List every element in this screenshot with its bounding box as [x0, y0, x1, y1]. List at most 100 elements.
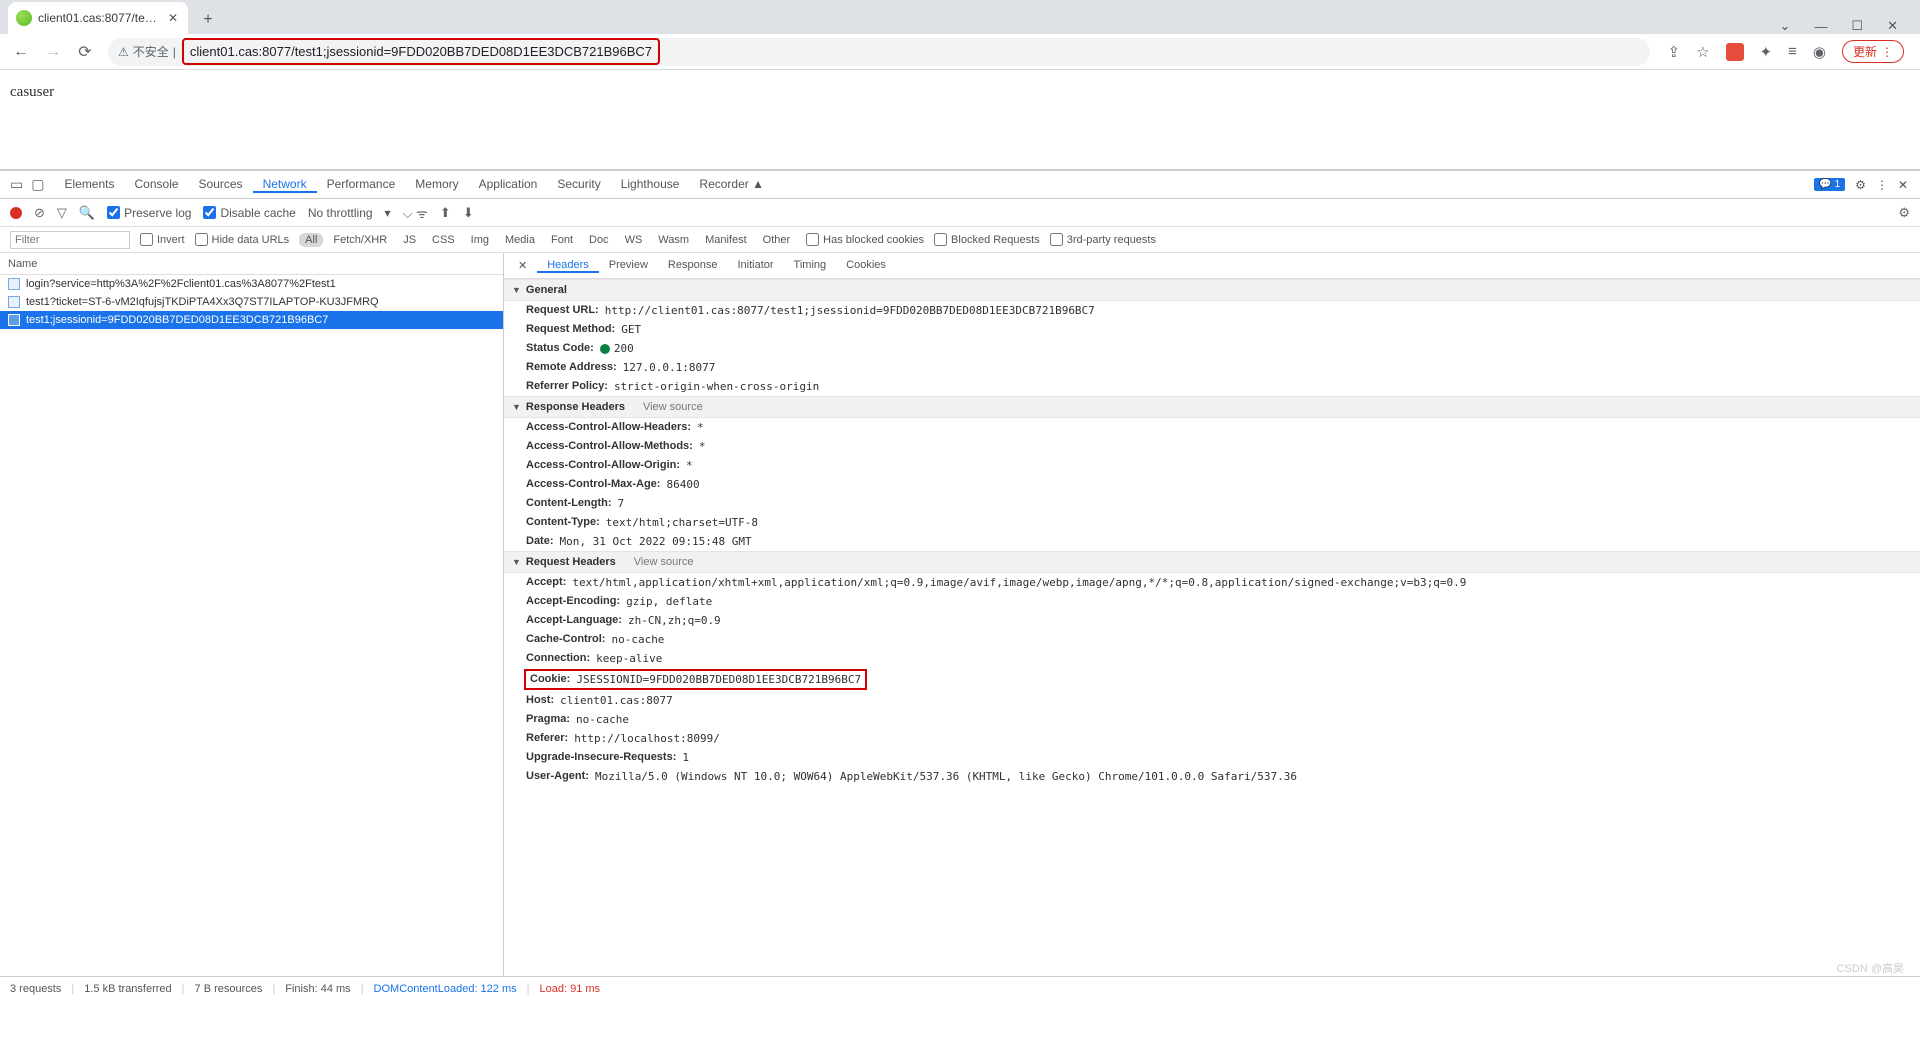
- header-row: Access-Control-Max-Age:86400: [504, 475, 1920, 494]
- inspect-icon[interactable]: ▭: [10, 176, 23, 193]
- request-row[interactable]: test1?ticket=ST-6-vM2IqfujsjTKDiPTA4Xx3Q…: [0, 293, 503, 311]
- third-party-checkbox[interactable]: 3rd-party requests: [1050, 233, 1156, 246]
- insecure-badge[interactable]: ⚠ 不安全 |: [118, 43, 176, 60]
- devtools-close-icon[interactable]: ✕: [1898, 178, 1908, 192]
- filter-type-ws[interactable]: WS: [619, 233, 649, 247]
- header-row: Cache-Control:no-cache: [504, 630, 1920, 649]
- header-row: User-Agent:Mozilla/5.0 (Windows NT 10.0;…: [504, 767, 1920, 786]
- devtools-tab-console[interactable]: Console: [125, 177, 189, 191]
- address-bar[interactable]: ⚠ 不安全 | client01.cas:8077/test1;jsession…: [108, 38, 1650, 66]
- devtools-tab-network[interactable]: Network: [253, 177, 317, 193]
- upload-icon[interactable]: ⬆: [440, 205, 451, 221]
- header-key: Remote Address:: [526, 361, 617, 374]
- devtools-tab-performance[interactable]: Performance: [317, 177, 406, 191]
- hide-data-urls-checkbox[interactable]: Hide data URLs: [195, 233, 290, 246]
- header-value: 127.0.0.1:8077: [623, 361, 716, 374]
- update-button[interactable]: 更新 ⋮: [1842, 40, 1904, 63]
- throttling-select[interactable]: No throttling: [308, 206, 373, 220]
- header-row: Date:Mon, 31 Oct 2022 09:15:48 GMT: [504, 532, 1920, 551]
- new-tab-button[interactable]: +: [194, 6, 222, 34]
- reading-list-icon[interactable]: ≡: [1788, 43, 1797, 60]
- bookmark-star-icon[interactable]: ☆: [1696, 43, 1709, 61]
- detail-tab-timing[interactable]: Timing: [784, 259, 837, 271]
- warning-icon: ⚠: [118, 45, 129, 59]
- issues-badge[interactable]: 💬 1: [1814, 178, 1845, 191]
- network-settings-gear-icon[interactable]: ⚙: [1898, 205, 1910, 221]
- request-list-header[interactable]: Name: [0, 253, 503, 275]
- forward-button[interactable]: →: [40, 39, 66, 65]
- network-body: Name login?service=http%3A%2F%2Fclient01…: [0, 253, 1920, 976]
- download-icon[interactable]: ⬇: [463, 205, 474, 221]
- devtools-tab-application[interactable]: Application: [469, 177, 548, 191]
- detail-tab-headers[interactable]: Headers: [537, 259, 599, 273]
- request-row[interactable]: test1;jsessionid=9FDD020BB7DED08D1EE3DCB…: [0, 311, 503, 329]
- filter-type-wasm[interactable]: Wasm: [652, 233, 695, 247]
- status-finish: Finish: 44 ms: [285, 983, 350, 995]
- detail-tab-cookies[interactable]: Cookies: [836, 259, 896, 271]
- header-value: http://client01.cas:8077/test1;jsessioni…: [605, 304, 1095, 317]
- detail-close-icon[interactable]: ✕: [510, 259, 535, 272]
- section-request-headers[interactable]: Request Headers View source: [504, 551, 1920, 573]
- filter-type-doc[interactable]: Doc: [583, 233, 615, 247]
- header-value: 7: [618, 497, 625, 510]
- filter-type-all[interactable]: All: [299, 233, 323, 247]
- reload-button[interactable]: ⟳: [72, 39, 98, 65]
- view-source-link[interactable]: View source: [634, 556, 694, 568]
- request-row[interactable]: login?service=http%3A%2F%2Fclient01.cas%…: [0, 275, 503, 293]
- highlighted-header: Cookie:JSESSIONID=9FDD020BB7DED08D1EE3DC…: [526, 671, 865, 688]
- browser-tab[interactable]: client01.cas:8077/test1;jsessio ✕: [8, 2, 188, 34]
- header-key: Accept-Encoding:: [526, 595, 620, 608]
- devtools-tab-sources[interactable]: Sources: [189, 177, 253, 191]
- has-blocked-cookies-checkbox[interactable]: Has blocked cookies: [806, 233, 924, 246]
- view-source-link[interactable]: View source: [643, 401, 703, 413]
- devtools-tab-recorder-[interactable]: Recorder ▲: [689, 177, 774, 191]
- devtools-tab-security[interactable]: Security: [547, 177, 610, 191]
- back-button[interactable]: ←: [8, 39, 34, 65]
- window-minimize-icon[interactable]: —: [1814, 19, 1827, 34]
- section-general[interactable]: General: [504, 279, 1920, 301]
- devtools-tab-elements[interactable]: Elements: [54, 177, 124, 191]
- header-key: Request URL:: [526, 304, 599, 317]
- share-icon[interactable]: ⇪: [1668, 43, 1681, 61]
- filter-type-img[interactable]: Img: [465, 233, 495, 247]
- filter-type-fetch-xhr[interactable]: Fetch/XHR: [327, 233, 393, 247]
- browser-toolbar: ← → ⟳ ⚠ 不安全 | client01.cas:8077/test1;js…: [0, 34, 1920, 70]
- search-icon[interactable]: 🔍: [79, 205, 95, 221]
- settings-gear-icon[interactable]: ⚙: [1855, 178, 1866, 192]
- clear-icon[interactable]: ⊘: [34, 205, 45, 221]
- wifi-icon[interactable]: ⌵ ᯤ: [403, 204, 428, 222]
- issues-count: 1: [1835, 179, 1841, 190]
- filter-type-font[interactable]: Font: [545, 233, 579, 247]
- detail-tab-response[interactable]: Response: [658, 259, 728, 271]
- detail-tab-preview[interactable]: Preview: [599, 259, 658, 271]
- tab-close-icon[interactable]: ✕: [166, 11, 180, 25]
- preserve-log-checkbox[interactable]: Preserve log: [107, 206, 191, 220]
- devtools-tab-lighthouse[interactable]: Lighthouse: [611, 177, 690, 191]
- blocked-requests-checkbox[interactable]: Blocked Requests: [934, 233, 1040, 246]
- favicon-icon: [16, 10, 32, 26]
- window-chevron-icon[interactable]: ⌄: [1780, 18, 1791, 34]
- profile-avatar-icon[interactable]: ◉: [1813, 43, 1826, 61]
- filter-type-css[interactable]: CSS: [426, 233, 461, 247]
- kebab-menu-icon[interactable]: ⋮: [1876, 178, 1888, 192]
- window-close-icon[interactable]: ✕: [1887, 18, 1898, 34]
- disable-cache-checkbox[interactable]: Disable cache: [203, 206, 295, 220]
- filter-type-manifest[interactable]: Manifest: [699, 233, 753, 247]
- extensions-puzzle-icon[interactable]: ✦: [1760, 43, 1773, 61]
- header-value: zh-CN,zh;q=0.9: [628, 614, 721, 627]
- extension-red-icon[interactable]: [1726, 43, 1744, 61]
- filter-type-media[interactable]: Media: [499, 233, 541, 247]
- window-maximize-icon[interactable]: ☐: [1851, 18, 1863, 34]
- device-toggle-icon[interactable]: ▢: [31, 176, 44, 193]
- filter-type-other[interactable]: Other: [757, 233, 797, 247]
- devtools-tab-memory[interactable]: Memory: [405, 177, 468, 191]
- detail-tab-initiator[interactable]: Initiator: [727, 259, 783, 271]
- section-response-headers[interactable]: Response Headers View source: [504, 396, 1920, 418]
- tab-strip: client01.cas:8077/test1;jsessio ✕ + ⌄ — …: [0, 0, 1920, 34]
- record-icon[interactable]: [10, 207, 22, 219]
- filter-input[interactable]: [10, 231, 130, 249]
- invert-checkbox[interactable]: Invert: [140, 233, 185, 246]
- header-row: Accept-Language:zh-CN,zh;q=0.9: [504, 611, 1920, 630]
- filter-toggle-icon[interactable]: ▽: [57, 205, 67, 221]
- filter-type-js[interactable]: JS: [397, 233, 422, 247]
